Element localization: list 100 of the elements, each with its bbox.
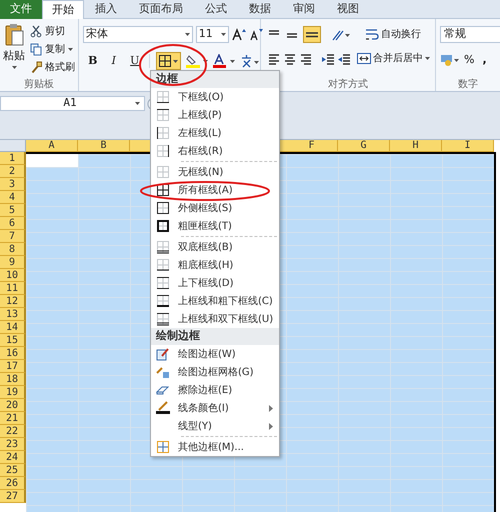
ribbon-tab[interactable]: 数据 bbox=[238, 0, 282, 19]
name-box[interactable]: A1 bbox=[0, 96, 145, 111]
merge-cells-icon bbox=[356, 52, 371, 65]
menu-item[interactable]: 无框线(N) bbox=[151, 163, 279, 181]
file-tab[interactable]: 文件 bbox=[0, 0, 42, 19]
row-header[interactable]: 10 bbox=[0, 269, 26, 282]
row-header[interactable]: 8 bbox=[0, 243, 26, 256]
italic-button[interactable]: I bbox=[106, 53, 122, 69]
highlight-ellipse bbox=[138, 43, 208, 87]
column-header[interactable]: A bbox=[26, 140, 78, 152]
ribbon-tab[interactable]: 插入 bbox=[84, 0, 128, 19]
align-right-icon[interactable] bbox=[298, 52, 313, 66]
grow-font-icon[interactable] bbox=[232, 28, 246, 41]
wrap-text-button[interactable]: 自动换行 bbox=[364, 27, 421, 42]
align-center-icon[interactable] bbox=[282, 52, 297, 66]
align-left-icon[interactable] bbox=[266, 52, 281, 66]
bottom-align-button[interactable] bbox=[302, 26, 321, 43]
bold-button[interactable]: B bbox=[84, 53, 101, 69]
row-header[interactable]: 15 bbox=[0, 334, 26, 347]
row-header[interactable]: 7 bbox=[0, 230, 26, 243]
clipboard-button[interactable]: 复制 bbox=[30, 42, 75, 57]
increase-indent-icon[interactable] bbox=[336, 52, 351, 66]
group-label: 对齐方式 bbox=[328, 78, 368, 92]
row-header[interactable]: 5 bbox=[0, 204, 26, 217]
clipboard-button[interactable]: 格式刷 bbox=[30, 60, 75, 75]
row-header[interactable]: 20 bbox=[0, 399, 26, 412]
row-header[interactable]: 21 bbox=[0, 412, 26, 425]
column-header[interactable]: I bbox=[442, 140, 494, 152]
row-header[interactable]: 24 bbox=[0, 451, 26, 464]
font-name-field[interactable]: 宋体 bbox=[82, 26, 193, 43]
borders-button[interactable] bbox=[156, 52, 181, 70]
row-header[interactable]: 12 bbox=[0, 295, 26, 308]
row-header[interactable]: 23 bbox=[0, 438, 26, 451]
active-cell[interactable] bbox=[26, 154, 78, 167]
column-header[interactable]: F bbox=[286, 140, 338, 152]
menu-item[interactable]: 绘图边框(W) bbox=[151, 345, 279, 363]
font-color-icon[interactable] bbox=[212, 54, 235, 68]
row-header[interactable]: 3 bbox=[0, 178, 26, 191]
menu-item[interactable]: 线型(Y) bbox=[151, 417, 279, 435]
underline-button[interactable]: U bbox=[126, 53, 143, 69]
menu-item[interactable]: 线条颜色(I) bbox=[151, 399, 279, 417]
ribbon-tab[interactable]: 公式 bbox=[194, 0, 238, 19]
row-header[interactable]: 14 bbox=[0, 321, 26, 334]
row-header[interactable]: 1 bbox=[0, 152, 26, 165]
row-header[interactable]: 9 bbox=[0, 256, 26, 269]
fill-color-icon[interactable] bbox=[186, 54, 208, 68]
number-format-field[interactable]: 常规 bbox=[440, 26, 500, 43]
row-header[interactable]: 2 bbox=[0, 165, 26, 178]
phonetic-icon[interactable] bbox=[240, 54, 260, 68]
row-header[interactable]: 4 bbox=[0, 191, 26, 204]
menu-item[interactable]: 粗底框线(H) bbox=[151, 256, 279, 274]
menu-item[interactable]: 粗匣框线(T) bbox=[151, 217, 279, 235]
column-header[interactable]: G bbox=[338, 140, 390, 152]
row-header[interactable]: 6 bbox=[0, 217, 26, 230]
menu-item[interactable]: 左框线(L) bbox=[151, 124, 279, 142]
caret-icon bbox=[135, 102, 140, 105]
currency-icon[interactable] bbox=[440, 53, 460, 68]
double-bottom-border-icon bbox=[156, 240, 170, 254]
ribbon-tab[interactable]: 视图 bbox=[326, 0, 370, 19]
menu-item[interactable]: 上框线(P) bbox=[151, 106, 279, 124]
menu-item[interactable]: 其他边框(M)... bbox=[151, 438, 279, 456]
row-header[interactable]: 16 bbox=[0, 347, 26, 360]
menu-item[interactable]: 上下框线(D) bbox=[151, 274, 279, 292]
row-header[interactable]: 18 bbox=[0, 373, 26, 386]
top-bottom-border-icon bbox=[156, 276, 170, 290]
row-header[interactable]: 13 bbox=[0, 308, 26, 321]
row-header[interactable]: 25 bbox=[0, 464, 26, 477]
menu-item[interactable]: 下框线(O) bbox=[151, 88, 279, 106]
decrease-indent-icon[interactable] bbox=[320, 52, 335, 66]
merge-center-button[interactable]: 合并后居中 bbox=[356, 51, 430, 66]
row-header[interactable]: 26 bbox=[0, 477, 26, 490]
paste-button[interactable]: 粘贴 bbox=[0, 19, 28, 78]
brush-icon bbox=[30, 61, 42, 74]
font-size-field[interactable]: 11 bbox=[196, 26, 229, 43]
row-header[interactable]: 19 bbox=[0, 386, 26, 399]
left-border-icon bbox=[156, 126, 170, 140]
menu-item[interactable]: 上框线和粗下框线(C) bbox=[151, 292, 279, 310]
caret-icon bbox=[220, 33, 226, 36]
menu-item[interactable]: 双底框线(B) bbox=[151, 238, 279, 256]
ribbon-tab[interactable]: 审阅 bbox=[282, 0, 326, 19]
copy-icon bbox=[30, 43, 42, 56]
percent-button[interactable]: % bbox=[464, 52, 474, 68]
menu-item[interactable]: 擦除边框(E) bbox=[151, 381, 279, 399]
menu-item[interactable]: 绘图边框网格(G) bbox=[151, 363, 279, 381]
shrink-font-icon[interactable] bbox=[248, 28, 263, 41]
ribbon-tab[interactable]: 开始 bbox=[42, 0, 84, 20]
row-header[interactable]: 11 bbox=[0, 282, 26, 295]
menu-item[interactable]: 右框线(R) bbox=[151, 142, 279, 160]
menu-item[interactable]: 上框线和双下框线(U) bbox=[151, 310, 279, 328]
row-header[interactable]: 27 bbox=[0, 490, 26, 503]
comma-button[interactable]: , bbox=[482, 52, 487, 68]
row-header[interactable]: 17 bbox=[0, 360, 26, 373]
row-header[interactable]: 22 bbox=[0, 425, 26, 438]
menu-item[interactable]: 外侧框线(S) bbox=[151, 199, 279, 217]
clipboard-button[interactable]: 剪切 bbox=[30, 24, 75, 39]
thick-box-border-icon bbox=[156, 219, 170, 233]
no-border-icon bbox=[156, 165, 170, 179]
column-header[interactable]: H bbox=[390, 140, 442, 152]
ribbon-tab[interactable]: 页面布局 bbox=[128, 0, 194, 19]
column-header[interactable]: B bbox=[78, 140, 130, 152]
